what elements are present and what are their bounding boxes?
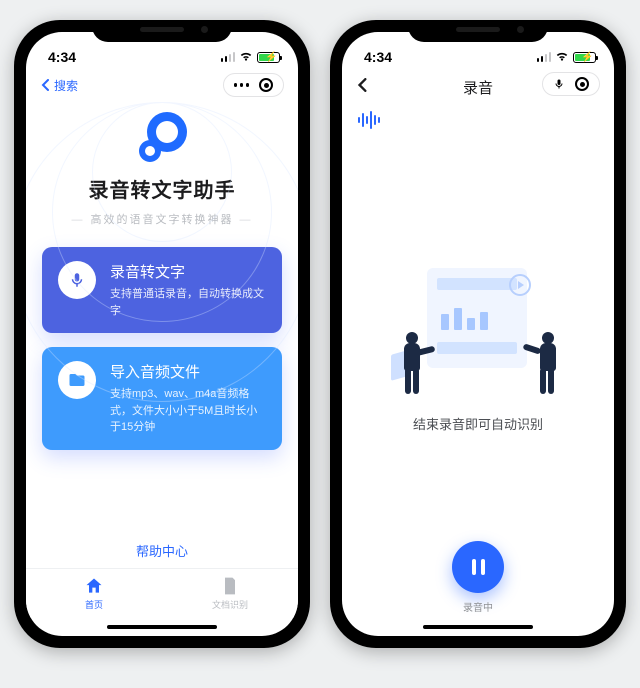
battery-icon: ⚡	[573, 52, 596, 63]
signal-icon	[537, 52, 552, 62]
wifi-icon	[555, 49, 569, 65]
card-record-desc: 支持普通话录音，自动转换成文字	[110, 286, 266, 319]
phone-left: 4:34 ⚡ 搜索 录音转文字助手 高效的语音文字转换神器	[14, 20, 310, 648]
status-indicators: ⚡	[221, 49, 281, 65]
folder-icon	[58, 361, 96, 399]
pause-icon	[472, 559, 485, 575]
tab-doc-label: 文档识别	[212, 598, 248, 611]
microphone-icon	[58, 261, 96, 299]
notch	[408, 20, 548, 42]
document-icon	[220, 576, 240, 596]
empty-state: 结束录音即可自动识别	[342, 138, 614, 541]
status-indicators: ⚡	[537, 49, 597, 65]
home-indicator	[342, 618, 614, 636]
microphone-mini-icon	[553, 78, 565, 90]
record-status-label: 录音中	[463, 599, 493, 614]
hero: 录音转文字助手 高效的语音文字转换神器	[26, 102, 298, 227]
tab-home-label: 首页	[85, 598, 103, 611]
nav-row: 搜索	[26, 72, 298, 102]
tab-bar: 首页 文档识别	[26, 568, 298, 618]
capsule-menu[interactable]	[223, 73, 285, 97]
tab-doc-scan[interactable]: 文档识别	[162, 569, 298, 618]
wifi-icon	[239, 49, 253, 65]
waveform	[342, 102, 614, 138]
phone-right: 4:34 ⚡ 录音	[330, 20, 626, 648]
card-import-desc: 支持mp3、wav、m4a音频格式，文件大小小于5M且时长小于15分钟	[110, 386, 266, 436]
pause-record-button[interactable]	[452, 541, 504, 593]
person-left-icon	[397, 332, 427, 398]
card-import-title: 导入音频文件	[110, 361, 266, 382]
play-icon	[509, 274, 531, 296]
status-time: 4:34	[364, 49, 392, 65]
app-subtitle: 高效的语音文字转换神器	[26, 211, 298, 227]
illustration	[393, 268, 563, 398]
capsule-menu[interactable]	[542, 72, 600, 96]
app-title: 录音转文字助手	[26, 174, 298, 203]
screen-recording: 4:34 ⚡ 录音	[342, 32, 614, 636]
help-center-link[interactable]: 帮助中心	[26, 525, 298, 568]
empty-caption: 结束录音即可自动识别	[413, 414, 543, 433]
status-time: 4:34	[48, 49, 76, 65]
app-logo-icon	[135, 112, 189, 166]
back-label: 搜索	[54, 77, 78, 94]
card-import-audio[interactable]: 导入音频文件 支持mp3、wav、m4a音频格式，文件大小小于5M且时长小于15…	[42, 347, 282, 450]
screen-home: 4:34 ⚡ 搜索 录音转文字助手 高效的语音文字转换神器	[26, 32, 298, 636]
card-record-title: 录音转文字	[110, 261, 266, 282]
close-capsule-icon	[259, 78, 273, 92]
battery-icon: ⚡	[257, 52, 280, 63]
action-cards: 录音转文字 支持普通话录音，自动转换成文字 导入音频文件 支持mp3、wav、m…	[26, 227, 298, 450]
more-icon	[234, 83, 250, 87]
record-controls: 录音中	[342, 541, 614, 618]
page-title: 录音	[463, 77, 493, 98]
tab-home[interactable]: 首页	[26, 569, 162, 618]
home-indicator	[26, 618, 298, 636]
chevron-left-icon	[356, 78, 370, 92]
card-record-to-text[interactable]: 录音转文字 支持普通话录音，自动转换成文字	[42, 247, 282, 333]
back-button[interactable]	[356, 78, 370, 97]
back-to-search[interactable]: 搜索	[40, 77, 78, 94]
notch	[92, 20, 232, 42]
home-icon	[84, 576, 104, 596]
signal-icon	[221, 52, 236, 62]
close-capsule-icon	[575, 77, 589, 91]
title-bar: 录音	[342, 72, 614, 102]
person-right-icon	[533, 332, 563, 398]
